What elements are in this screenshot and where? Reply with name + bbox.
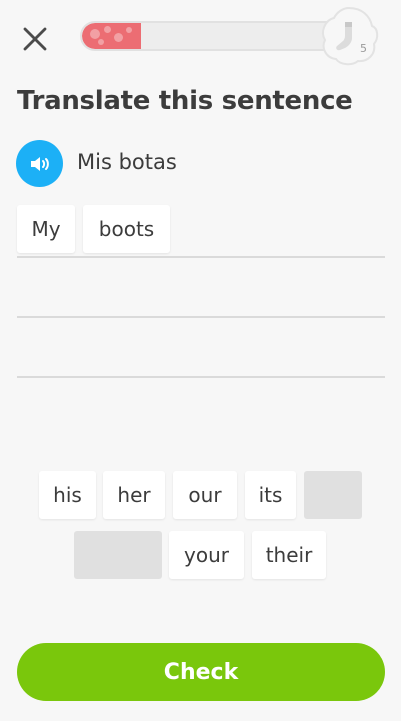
answer-line [17, 316, 385, 318]
used-word-placeholder [304, 471, 362, 519]
close-button[interactable] [18, 22, 52, 56]
prompt-sentence: Mis botas [77, 150, 177, 174]
progress-fill [82, 23, 141, 49]
word-bank-tile[interactable]: his [39, 471, 96, 519]
answer-line [17, 256, 385, 258]
word-bank-tile[interactable]: its [245, 471, 296, 519]
check-button[interactable]: Check [17, 643, 385, 701]
word-bank-tile[interactable]: their [252, 531, 326, 579]
answer-word-tile[interactable]: boots [83, 205, 170, 253]
reward-count: 5 [360, 42, 367, 55]
reward-badge [318, 4, 380, 66]
answer-line [17, 376, 385, 378]
page-title: Translate this sentence [17, 86, 353, 116]
used-word-placeholder [74, 531, 162, 579]
word-bank-tile[interactable]: her [103, 471, 165, 519]
sock-icon [322, 6, 379, 66]
speaker-button[interactable] [16, 140, 63, 187]
word-bank-tile[interactable]: our [173, 471, 237, 519]
word-bank-tile[interactable]: your [169, 531, 244, 579]
close-icon [23, 27, 47, 51]
progress-bar [80, 21, 342, 51]
answer-word-tile[interactable]: My [17, 205, 75, 253]
speaker-icon [30, 156, 49, 171]
